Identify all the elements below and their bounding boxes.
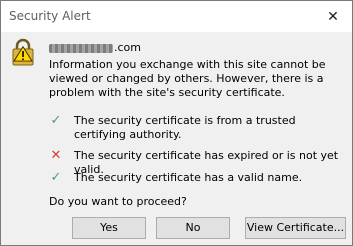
security-warning-lock-icon (12, 38, 34, 66)
proceed-question: Do you want to proceed? (49, 195, 187, 208)
dialog-body: .com Information you exchange with this … (1, 32, 352, 245)
security-message: Information you exchange with this site … (49, 58, 326, 99)
x-icon: ✕ (50, 148, 62, 163)
no-button[interactable]: No (156, 217, 230, 239)
check-text: The security certificate is from a trust… (74, 114, 296, 141)
view-certificate-button[interactable]: View Certificate... (245, 217, 346, 239)
dialog-title: Security Alert (9, 9, 91, 23)
check-icon: ✓ (50, 113, 62, 128)
security-alert-dialog: Security Alert ✕ .com Information you ex… (0, 0, 353, 246)
redacted-domain (49, 43, 113, 53)
yes-button[interactable]: Yes (72, 217, 146, 239)
site-address: .com (49, 41, 141, 54)
title-bar: Security Alert ✕ (1, 1, 352, 32)
close-icon[interactable]: ✕ (323, 7, 343, 27)
check-text: The security certificate has a valid nam… (74, 171, 303, 184)
check-icon: ✓ (50, 170, 62, 185)
site-domain-suffix: .com (114, 41, 141, 54)
